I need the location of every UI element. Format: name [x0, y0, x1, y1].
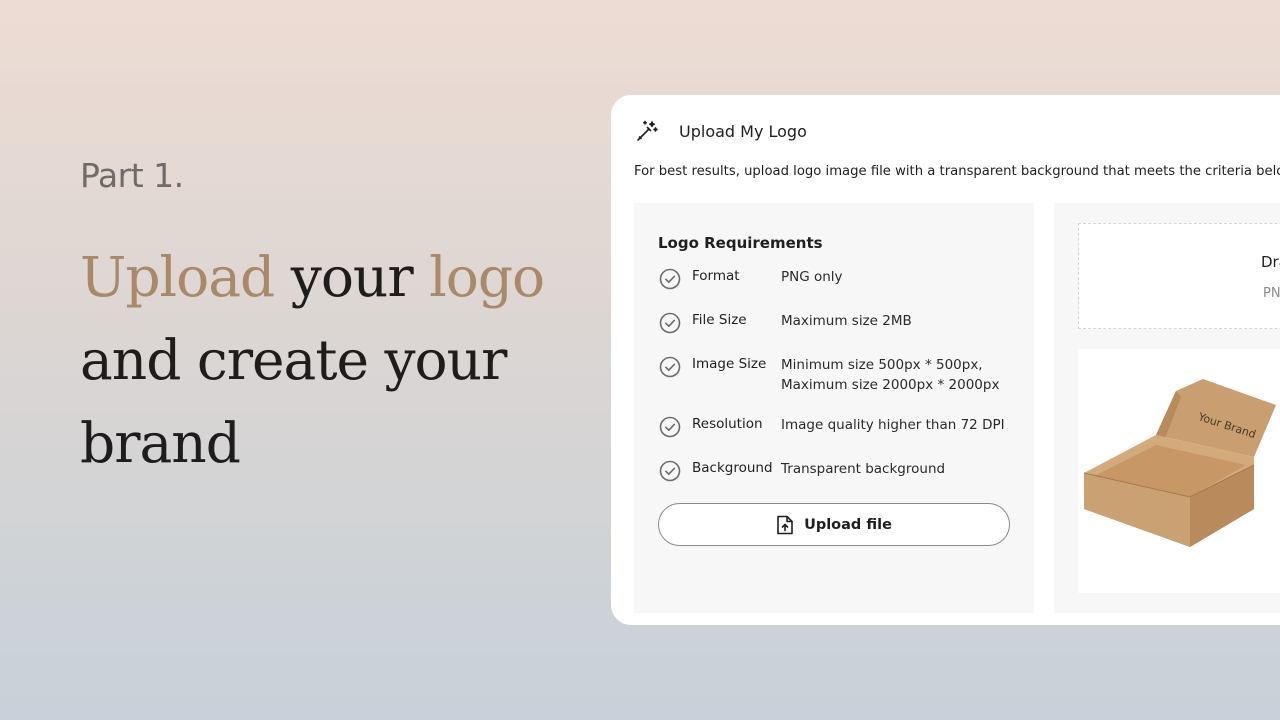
requirement-label: Image Size — [692, 356, 767, 372]
hero-headline: Upload your logo and create your brand — [80, 236, 600, 485]
card-description: For best results, upload logo image file… — [634, 164, 1280, 179]
requirements-panel: Logo Requirements Format PNG only File S… — [634, 203, 1034, 613]
check-circle-icon — [659, 268, 681, 290]
requirement-label: Format — [692, 268, 740, 284]
file-upload-icon — [777, 515, 793, 534]
headline-line-3: brand — [80, 411, 241, 475]
shipping-box-image: Your Brand — [1083, 379, 1276, 547]
requirements-title: Logo Requirements — [658, 234, 823, 252]
upload-file-button[interactable]: Upload file — [658, 503, 1010, 546]
requirement-value: Transparent background — [781, 461, 946, 477]
card-header: Upload My Logo — [635, 117, 807, 145]
requirement-label: Background — [692, 460, 773, 476]
magic-wand-icon — [635, 119, 659, 143]
requirement-value: Image quality higher than 72 DPI — [781, 417, 1005, 433]
headline-your: your — [274, 245, 430, 309]
dropzone-title: Dra — [1261, 253, 1280, 271]
headline-accent-upload: Upload — [80, 245, 275, 309]
part-label: Part 1. — [80, 156, 184, 195]
box-mockup: Your Brand — [1078, 349, 1280, 593]
headline-line-1: Upload your logo — [80, 236, 600, 319]
requirement-value: Minimum size 500px * 500px, Maximum size … — [781, 355, 999, 395]
headline-line-2: and create your — [80, 328, 507, 392]
requirement-value-line-2: Maximum size 2000px * 2000px — [781, 377, 1000, 393]
requirement-value: Maximum size 2MB — [781, 313, 912, 329]
preview-panel: Dra PN Your Brand — [1054, 203, 1280, 613]
requirement-value-line-1: Minimum size 500px * 500px, — [781, 357, 983, 373]
requirement-label: Resolution — [692, 416, 763, 432]
check-circle-icon — [659, 356, 681, 378]
upload-logo-card: Upload My Logo For best results, upload … — [611, 95, 1280, 625]
check-circle-icon — [659, 312, 681, 334]
headline-accent-logo: logo — [429, 245, 545, 309]
requirement-value: PNG only — [781, 269, 843, 285]
check-circle-icon — [659, 460, 681, 482]
card-title: Upload My Logo — [679, 121, 807, 141]
requirement-label: File Size — [692, 312, 747, 328]
upload-file-label: Upload file — [804, 516, 892, 533]
check-circle-icon — [659, 416, 681, 438]
dropzone-subtitle: PN — [1263, 286, 1280, 301]
dropzone[interactable]: Dra PN — [1078, 223, 1280, 329]
